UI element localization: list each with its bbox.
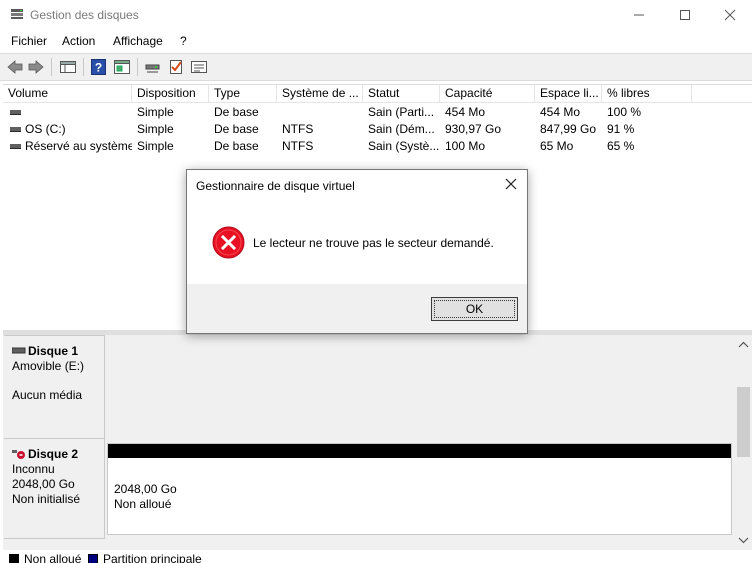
properties-icon[interactable] bbox=[113, 59, 131, 75]
scroll-down-icon[interactable] bbox=[735, 533, 752, 547]
cell-espace: 454 Mo bbox=[540, 105, 581, 119]
cell-statut: Sain (Systè... bbox=[368, 139, 440, 153]
dialog-close-icon[interactable] bbox=[503, 176, 519, 192]
cell-libres: 91 % bbox=[607, 122, 635, 136]
menu-help[interactable]: ? bbox=[180, 34, 187, 48]
cell-libres: 100 % bbox=[607, 105, 642, 119]
cell-type: De base bbox=[214, 139, 259, 153]
cell-disposition: Simple bbox=[137, 122, 174, 136]
cell-type: De base bbox=[214, 105, 259, 119]
column-statut[interactable]: Statut bbox=[363, 85, 440, 103]
disk1-kind: Amovible (E:) bbox=[12, 359, 85, 373]
connect-icon[interactable] bbox=[144, 59, 162, 75]
column-type[interactable]: Type bbox=[209, 85, 277, 103]
disk1-area[interactable] bbox=[107, 340, 734, 437]
menu-affichage[interactable]: Affichage bbox=[113, 34, 163, 48]
dialog-message: Le lecteur ne trouve pas le secteur dema… bbox=[253, 236, 494, 250]
window-title: Gestion des disques bbox=[30, 8, 139, 22]
legend-primary-label: Partition principale bbox=[103, 552, 202, 563]
cell-capacite: 930,97 Go bbox=[445, 122, 502, 136]
column-volume[interactable]: Volume bbox=[3, 85, 132, 103]
disk-management-app-icon bbox=[11, 9, 23, 19]
settings-panel-icon[interactable] bbox=[190, 59, 208, 75]
column-file-system[interactable]: Système de ... bbox=[277, 85, 363, 103]
checklist-icon[interactable] bbox=[167, 59, 185, 75]
column-disposition[interactable]: Disposition bbox=[132, 85, 209, 103]
disk2-status: Inconnu bbox=[12, 462, 55, 476]
cell-type: De base bbox=[214, 122, 259, 136]
disk1-label[interactable]: Disque 1 Amovible (E:) Aucun média bbox=[4, 335, 105, 438]
column-capacite[interactable]: Capacité bbox=[440, 85, 535, 103]
legend-primary-swatch bbox=[88, 554, 98, 563]
minimize-button[interactable] bbox=[616, 0, 662, 30]
column-pct-libres[interactable]: % libres bbox=[602, 85, 692, 103]
unallocated-bar bbox=[108, 444, 731, 458]
back-arrow-icon[interactable] bbox=[6, 59, 24, 75]
disk-graphical-view: Disque 1 Amovible (E:) Aucun média Disqu… bbox=[3, 335, 752, 550]
cell-fs: NTFS bbox=[282, 139, 314, 153]
disk1-media: Aucun média bbox=[12, 388, 83, 402]
cell-capacite: 100 Mo bbox=[445, 139, 486, 153]
cell-volume: OS (C:) bbox=[25, 122, 66, 136]
volume-list-header: Volume Disposition Type Système de ... S… bbox=[3, 85, 752, 103]
legend-unallocated-label: Non alloué bbox=[24, 552, 82, 563]
legend-unallocated-swatch bbox=[9, 554, 19, 563]
partition-state: Non alloué bbox=[114, 497, 172, 511]
legend: Non alloué Partition principale bbox=[3, 550, 752, 563]
cell-libres: 65 % bbox=[607, 139, 635, 153]
toolbar: ? bbox=[0, 53, 752, 81]
disk-icon bbox=[12, 347, 26, 354]
dialog-footer: OK bbox=[187, 284, 527, 333]
disk2-label[interactable]: Disque 2 Inconnu 2048,00 Go Non initiali… bbox=[4, 438, 105, 539]
cell-volume: Réservé au système bbox=[25, 139, 132, 153]
cell-fs bbox=[277, 104, 363, 121]
cell-capacite: 454 Mo bbox=[445, 105, 486, 119]
scroll-thumb[interactable] bbox=[737, 387, 750, 457]
disk-error-icon bbox=[12, 450, 25, 459]
cell-disposition: Simple bbox=[137, 105, 174, 119]
disk-list-icon[interactable] bbox=[59, 59, 77, 75]
partition-size: 2048,00 Go bbox=[114, 482, 177, 496]
cell-statut: Sain (Dém... bbox=[368, 122, 435, 136]
cell-fs: NTFS bbox=[282, 122, 314, 136]
svg-text:?: ? bbox=[95, 61, 102, 75]
scroll-up-icon[interactable] bbox=[735, 338, 752, 352]
volume-icon bbox=[10, 144, 21, 150]
volume-icon bbox=[10, 110, 21, 116]
minimize-icon bbox=[634, 14, 644, 16]
disk2-size: 2048,00 Go bbox=[12, 477, 75, 491]
disk2-partition[interactable]: 2048,00 Go Non alloué bbox=[107, 443, 732, 535]
table-row[interactable]: OS (C:) Simple De base NTFS Sain (Dém...… bbox=[3, 121, 752, 138]
help-icon[interactable]: ? bbox=[90, 59, 108, 75]
table-row[interactable]: Simple De base Sain (Parti... 454 Mo 454… bbox=[3, 104, 752, 121]
ok-button[interactable]: OK bbox=[431, 297, 518, 321]
close-icon bbox=[724, 9, 736, 21]
maximize-icon bbox=[680, 10, 690, 20]
dialog-title: Gestionnaire de disque virtuel bbox=[196, 179, 355, 193]
cell-espace: 65 Mo bbox=[540, 139, 574, 153]
cell-espace: 847,99 Go bbox=[540, 122, 597, 136]
error-icon bbox=[212, 226, 245, 259]
title-bar: Gestion des disques bbox=[0, 0, 752, 30]
disk2-init: Non initialisé bbox=[12, 492, 81, 506]
column-espace-libre[interactable]: Espace li... bbox=[535, 85, 602, 103]
forward-arrow-icon[interactable] bbox=[27, 59, 45, 75]
maximize-button[interactable] bbox=[662, 0, 708, 30]
menu-action[interactable]: Action bbox=[62, 34, 95, 48]
error-dialog: Gestionnaire de disque virtuel Le lecteu… bbox=[186, 169, 528, 334]
menu-bar: Fichier Action Affichage ? bbox=[0, 30, 752, 52]
vertical-scrollbar[interactable] bbox=[735, 335, 752, 550]
volume-icon bbox=[10, 127, 21, 133]
close-button[interactable] bbox=[707, 0, 752, 30]
table-row[interactable]: Réservé au système Simple De base NTFS S… bbox=[3, 138, 752, 155]
disk2-name: Disque 2 bbox=[28, 447, 79, 461]
cell-statut: Sain (Parti... bbox=[368, 105, 435, 119]
menu-fichier[interactable]: Fichier bbox=[11, 34, 47, 48]
disk1-name: Disque 1 bbox=[28, 344, 79, 358]
cell-disposition: Simple bbox=[137, 139, 174, 153]
